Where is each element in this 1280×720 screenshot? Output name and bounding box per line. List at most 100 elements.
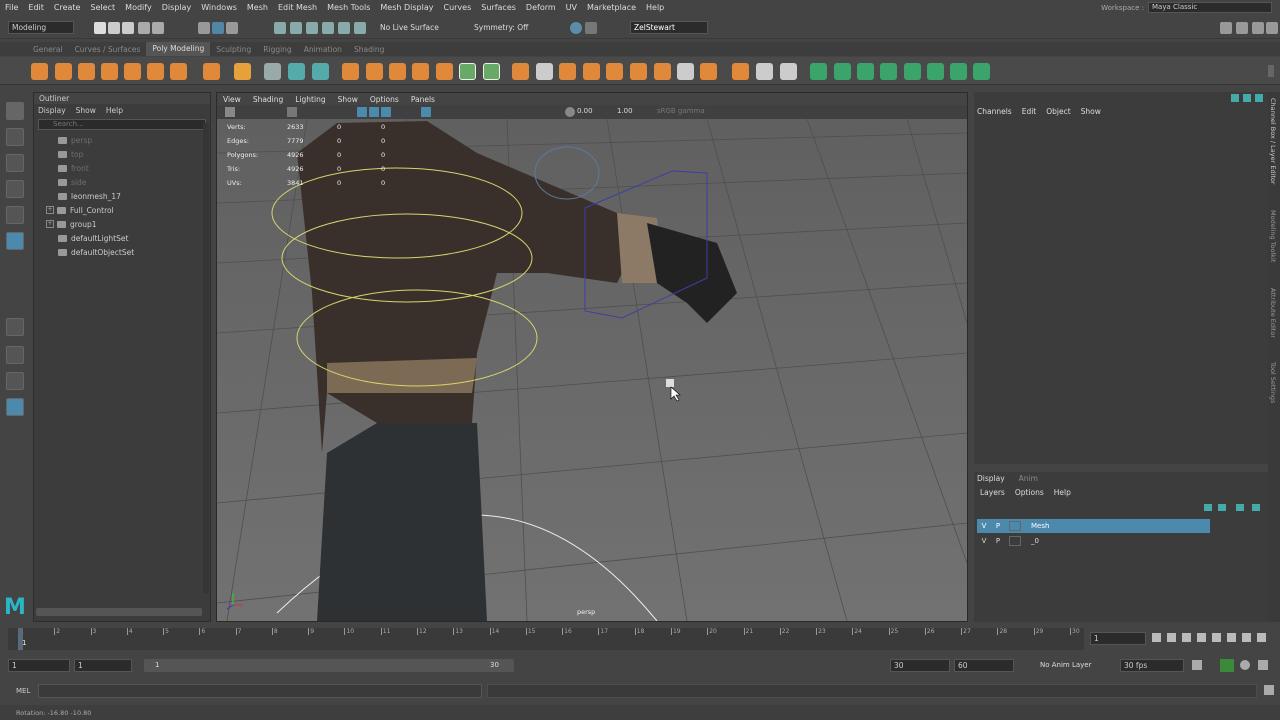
ipr-render-icon[interactable]: [585, 22, 597, 34]
expand-icon[interactable]: +: [46, 206, 54, 214]
outliner-item[interactable]: leonmesh_17: [34, 189, 210, 203]
lasso-tool-icon[interactable]: [6, 128, 24, 146]
loop-icon[interactable]: [1192, 660, 1202, 670]
select-tool-icon[interactable]: [6, 102, 24, 120]
playback-end-field[interactable]: 30: [890, 659, 950, 672]
append-polygon-icon[interactable]: [583, 63, 600, 80]
poly-sphere-icon[interactable]: [31, 63, 48, 80]
sculpt-icon[interactable]: [312, 63, 329, 80]
render-icon[interactable]: [570, 22, 582, 34]
poly-cone-icon[interactable]: [101, 63, 118, 80]
cut-uv-icon[interactable]: [904, 63, 921, 80]
lighting-mode-icon[interactable]: [381, 107, 391, 117]
tab-tool-settings[interactable]: Tool Settings: [1269, 362, 1277, 403]
play-backward-icon[interactable]: [1197, 633, 1206, 642]
outliner-vscrollbar[interactable]: [203, 123, 209, 593]
offset-edge-loop-icon[interactable]: [780, 63, 797, 80]
shaded-mode-icon[interactable]: [357, 107, 367, 117]
menu-create[interactable]: Create: [49, 3, 86, 12]
xray-mode-icon[interactable]: [421, 107, 431, 117]
anim-layer-dropdown[interactable]: No Anim Layer: [1040, 661, 1091, 669]
triangulate-icon[interactable]: [606, 63, 623, 80]
menu-display[interactable]: Display: [157, 3, 197, 12]
menu-help[interactable]: Help: [641, 3, 669, 12]
camera-select-icon[interactable]: [225, 107, 235, 117]
step-forward-key-icon[interactable]: [1242, 633, 1251, 642]
exposure-icon[interactable]: [565, 107, 575, 117]
outliner-item[interactable]: defaultLightSet: [34, 231, 210, 245]
svg-tool-icon[interactable]: [288, 63, 305, 80]
textured-mode-icon[interactable]: [369, 107, 379, 117]
menu-select[interactable]: Select: [85, 3, 120, 12]
viewport-menu-shading[interactable]: Shading: [253, 95, 283, 104]
workspace-selector[interactable]: Workspace : Maya Classic: [1101, 2, 1272, 13]
layer-visibility-toggle[interactable]: V: [977, 537, 991, 545]
spherical-uv-icon[interactable]: [857, 63, 874, 80]
new-layer-selected-icon[interactable]: [1252, 504, 1260, 511]
quadrangulate-icon[interactable]: [630, 63, 647, 80]
snap-curve-icon[interactable]: [290, 22, 302, 34]
menu-mesh-tools[interactable]: Mesh Tools: [322, 3, 375, 12]
attribute-editor-icon[interactable]: [1236, 22, 1248, 34]
scene-start-field[interactable]: 1: [8, 659, 70, 672]
poly-disc-icon[interactable]: [170, 63, 187, 80]
sew-uv-icon[interactable]: [927, 63, 944, 80]
outliner-menu-show[interactable]: Show: [76, 106, 96, 115]
shelf-tab-sculpting[interactable]: Sculpting: [210, 45, 257, 54]
shelf-tab-rigging[interactable]: Rigging: [257, 45, 297, 54]
shelf-tab-animation[interactable]: Animation: [298, 45, 348, 54]
menu-surfaces[interactable]: Surfaces: [476, 3, 521, 12]
boolean-icon[interactable]: [412, 63, 429, 80]
shelf-tab-general[interactable]: General: [27, 45, 69, 54]
live-surface-label[interactable]: No Live Surface: [380, 23, 439, 32]
move-layer-down-icon[interactable]: [1218, 504, 1226, 511]
viewport-menu-view[interactable]: View: [223, 95, 241, 104]
type-tool-icon[interactable]: [264, 63, 281, 80]
rotate-tool-icon[interactable]: [6, 206, 24, 224]
select-hierarchy-icon[interactable]: [198, 22, 210, 34]
viewport-menu-show[interactable]: Show: [338, 95, 358, 104]
channel-box-icon[interactable]: [1266, 22, 1278, 34]
outliner-menu-display[interactable]: Display: [38, 106, 66, 115]
time-slider[interactable]: 1234567891011121314151617181920212223242…: [0, 626, 1280, 652]
colorspace-dropdown[interactable]: sRGB gamma: [657, 107, 705, 115]
outliner-item[interactable]: top: [34, 147, 210, 161]
outliner-menu-help[interactable]: Help: [106, 106, 123, 115]
shelf-tab-shading[interactable]: Shading: [348, 45, 390, 54]
fill-hole-icon[interactable]: [559, 63, 576, 80]
menu-mesh[interactable]: Mesh: [242, 3, 273, 12]
tab-attribute-editor[interactable]: Attribute Editor: [1269, 288, 1277, 338]
redo-icon[interactable]: [152, 22, 164, 34]
snap-surface-icon[interactable]: [338, 22, 350, 34]
layer-playback-toggle[interactable]: P: [991, 522, 1005, 530]
outliner-hscrollbar[interactable]: [36, 608, 202, 616]
open-scene-icon[interactable]: [108, 22, 120, 34]
workspace-dropdown[interactable]: Maya Classic: [1148, 2, 1272, 13]
single-perspective-layout-icon[interactable]: [6, 318, 24, 336]
tab-anim[interactable]: Anim: [1019, 474, 1038, 483]
anim-prefs-icon[interactable]: [1258, 660, 1268, 670]
poly-plane-icon[interactable]: [147, 63, 164, 80]
new-scene-icon[interactable]: [94, 22, 106, 34]
four-view-layout-icon[interactable]: [6, 346, 24, 364]
bevel-icon[interactable]: [512, 63, 529, 80]
script-editor-icon[interactable]: [1264, 685, 1274, 695]
fps-dropdown[interactable]: 30 fps: [1120, 659, 1184, 672]
snap-view-icon[interactable]: [322, 22, 334, 34]
super-shapes-icon[interactable]: [203, 63, 220, 80]
mel-label[interactable]: MEL: [16, 687, 30, 695]
tab-channel-box[interactable]: Channel Box / Layer Editor: [1269, 98, 1277, 185]
planar-uv-icon[interactable]: [810, 63, 827, 80]
move-tool-icon[interactable]: [6, 180, 24, 198]
layer-color-swatch[interactable]: [1009, 521, 1021, 531]
poly-torus-icon[interactable]: [124, 63, 141, 80]
menu-marketplace[interactable]: Marketplace: [582, 3, 641, 12]
menu-file[interactable]: File: [0, 3, 23, 12]
perspective-viewport[interactable]: View Shading Lighting Show Options Panels 0.0…: [216, 92, 968, 622]
command-input[interactable]: [38, 684, 482, 698]
menu-deform[interactable]: Deform: [521, 3, 561, 12]
viewport-menu-lighting[interactable]: Lighting: [295, 95, 325, 104]
current-frame-field[interactable]: 1: [1090, 632, 1146, 645]
outliner-item[interactable]: front: [34, 161, 210, 175]
tab-modeling-toolkit[interactable]: Modeling Toolkit: [1269, 210, 1277, 262]
